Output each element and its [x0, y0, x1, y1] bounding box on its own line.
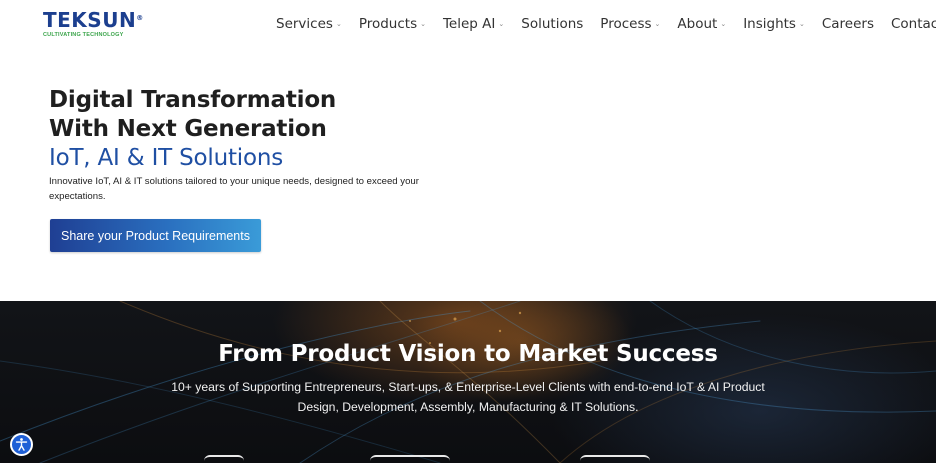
stats-row-partial — [0, 455, 936, 463]
chevron-down-icon: ⌄ — [798, 20, 805, 28]
nav-label: Products — [358, 16, 418, 32]
nav-label: About — [677, 16, 718, 32]
teksun-logo[interactable]: TEKSUN® CULTIVATING TECHNOLOGY — [43, 9, 144, 38]
nav-item-about[interactable]: About ⌄ — [677, 16, 726, 32]
nav-label: Solutions — [521, 16, 584, 32]
nav-item-process[interactable]: Process ⌄ — [600, 16, 660, 32]
banner-subtitle: 10+ years of Supporting Entrepreneurs, S… — [171, 380, 765, 414]
chevron-down-icon: ⌄ — [420, 20, 426, 28]
nav-label: Careers — [821, 16, 874, 32]
nav-item-contact[interactable]: Contact — [891, 16, 936, 32]
hero-description: Innovative IoT, AI & IT solutions tailor… — [49, 176, 419, 202]
stat-item — [580, 455, 650, 463]
hero-section: Digital Transformation With Next Generat… — [49, 86, 449, 204]
nav-item-products[interactable]: Products ⌄ — [359, 16, 426, 32]
accessibility-button[interactable] — [10, 433, 33, 456]
banner-title: From Product Vision to Market Success — [218, 341, 718, 367]
chevron-down-icon: ⌄ — [720, 20, 727, 28]
logo-tagline: CULTIVATING TECHNOLOGY — [43, 32, 124, 38]
main-nav: Services ⌄ Products ⌄ Telep AI ⌄ Solutions … — [276, 16, 936, 32]
hero-heading-line-1: Digital Transformation — [49, 87, 337, 113]
logo-name: TEKSUN — [43, 8, 137, 32]
nav-item-telep-ai[interactable]: Telep AI ⌄ — [443, 16, 504, 32]
nav-item-insights[interactable]: Insights ⌄ — [743, 16, 805, 32]
nav-label: Services — [276, 16, 333, 32]
nav-label: Telep AI — [442, 16, 496, 32]
hero-heading-highlight: IoT, AI & IT Solutions — [49, 145, 284, 171]
market-success-banner: From Product Vision to Market Success 10… — [0, 301, 936, 463]
chevron-down-icon: ⌄ — [498, 20, 505, 28]
nav-item-solutions[interactable]: Solutions — [521, 16, 583, 32]
stat-item — [204, 455, 244, 463]
nav-label: Contact — [891, 16, 936, 32]
stat-item — [370, 455, 450, 463]
nav-label: Process — [600, 16, 652, 32]
accessibility-icon — [15, 438, 28, 451]
nav-label: Insights — [743, 16, 796, 32]
share-requirements-button[interactable]: Share your Product Requirements — [50, 219, 261, 252]
chevron-down-icon: ⌄ — [335, 20, 342, 28]
nav-item-services[interactable]: Services ⌄ — [276, 16, 342, 32]
nav-item-careers[interactable]: Careers — [822, 16, 874, 32]
chevron-down-icon: ⌄ — [654, 20, 661, 28]
hero-heading-line-2: With Next Generation — [49, 116, 327, 142]
site-header: TEKSUN® CULTIVATING TECHNOLOGY Services ⌄… — [0, 0, 936, 50]
registered-mark: ® — [136, 14, 144, 22]
